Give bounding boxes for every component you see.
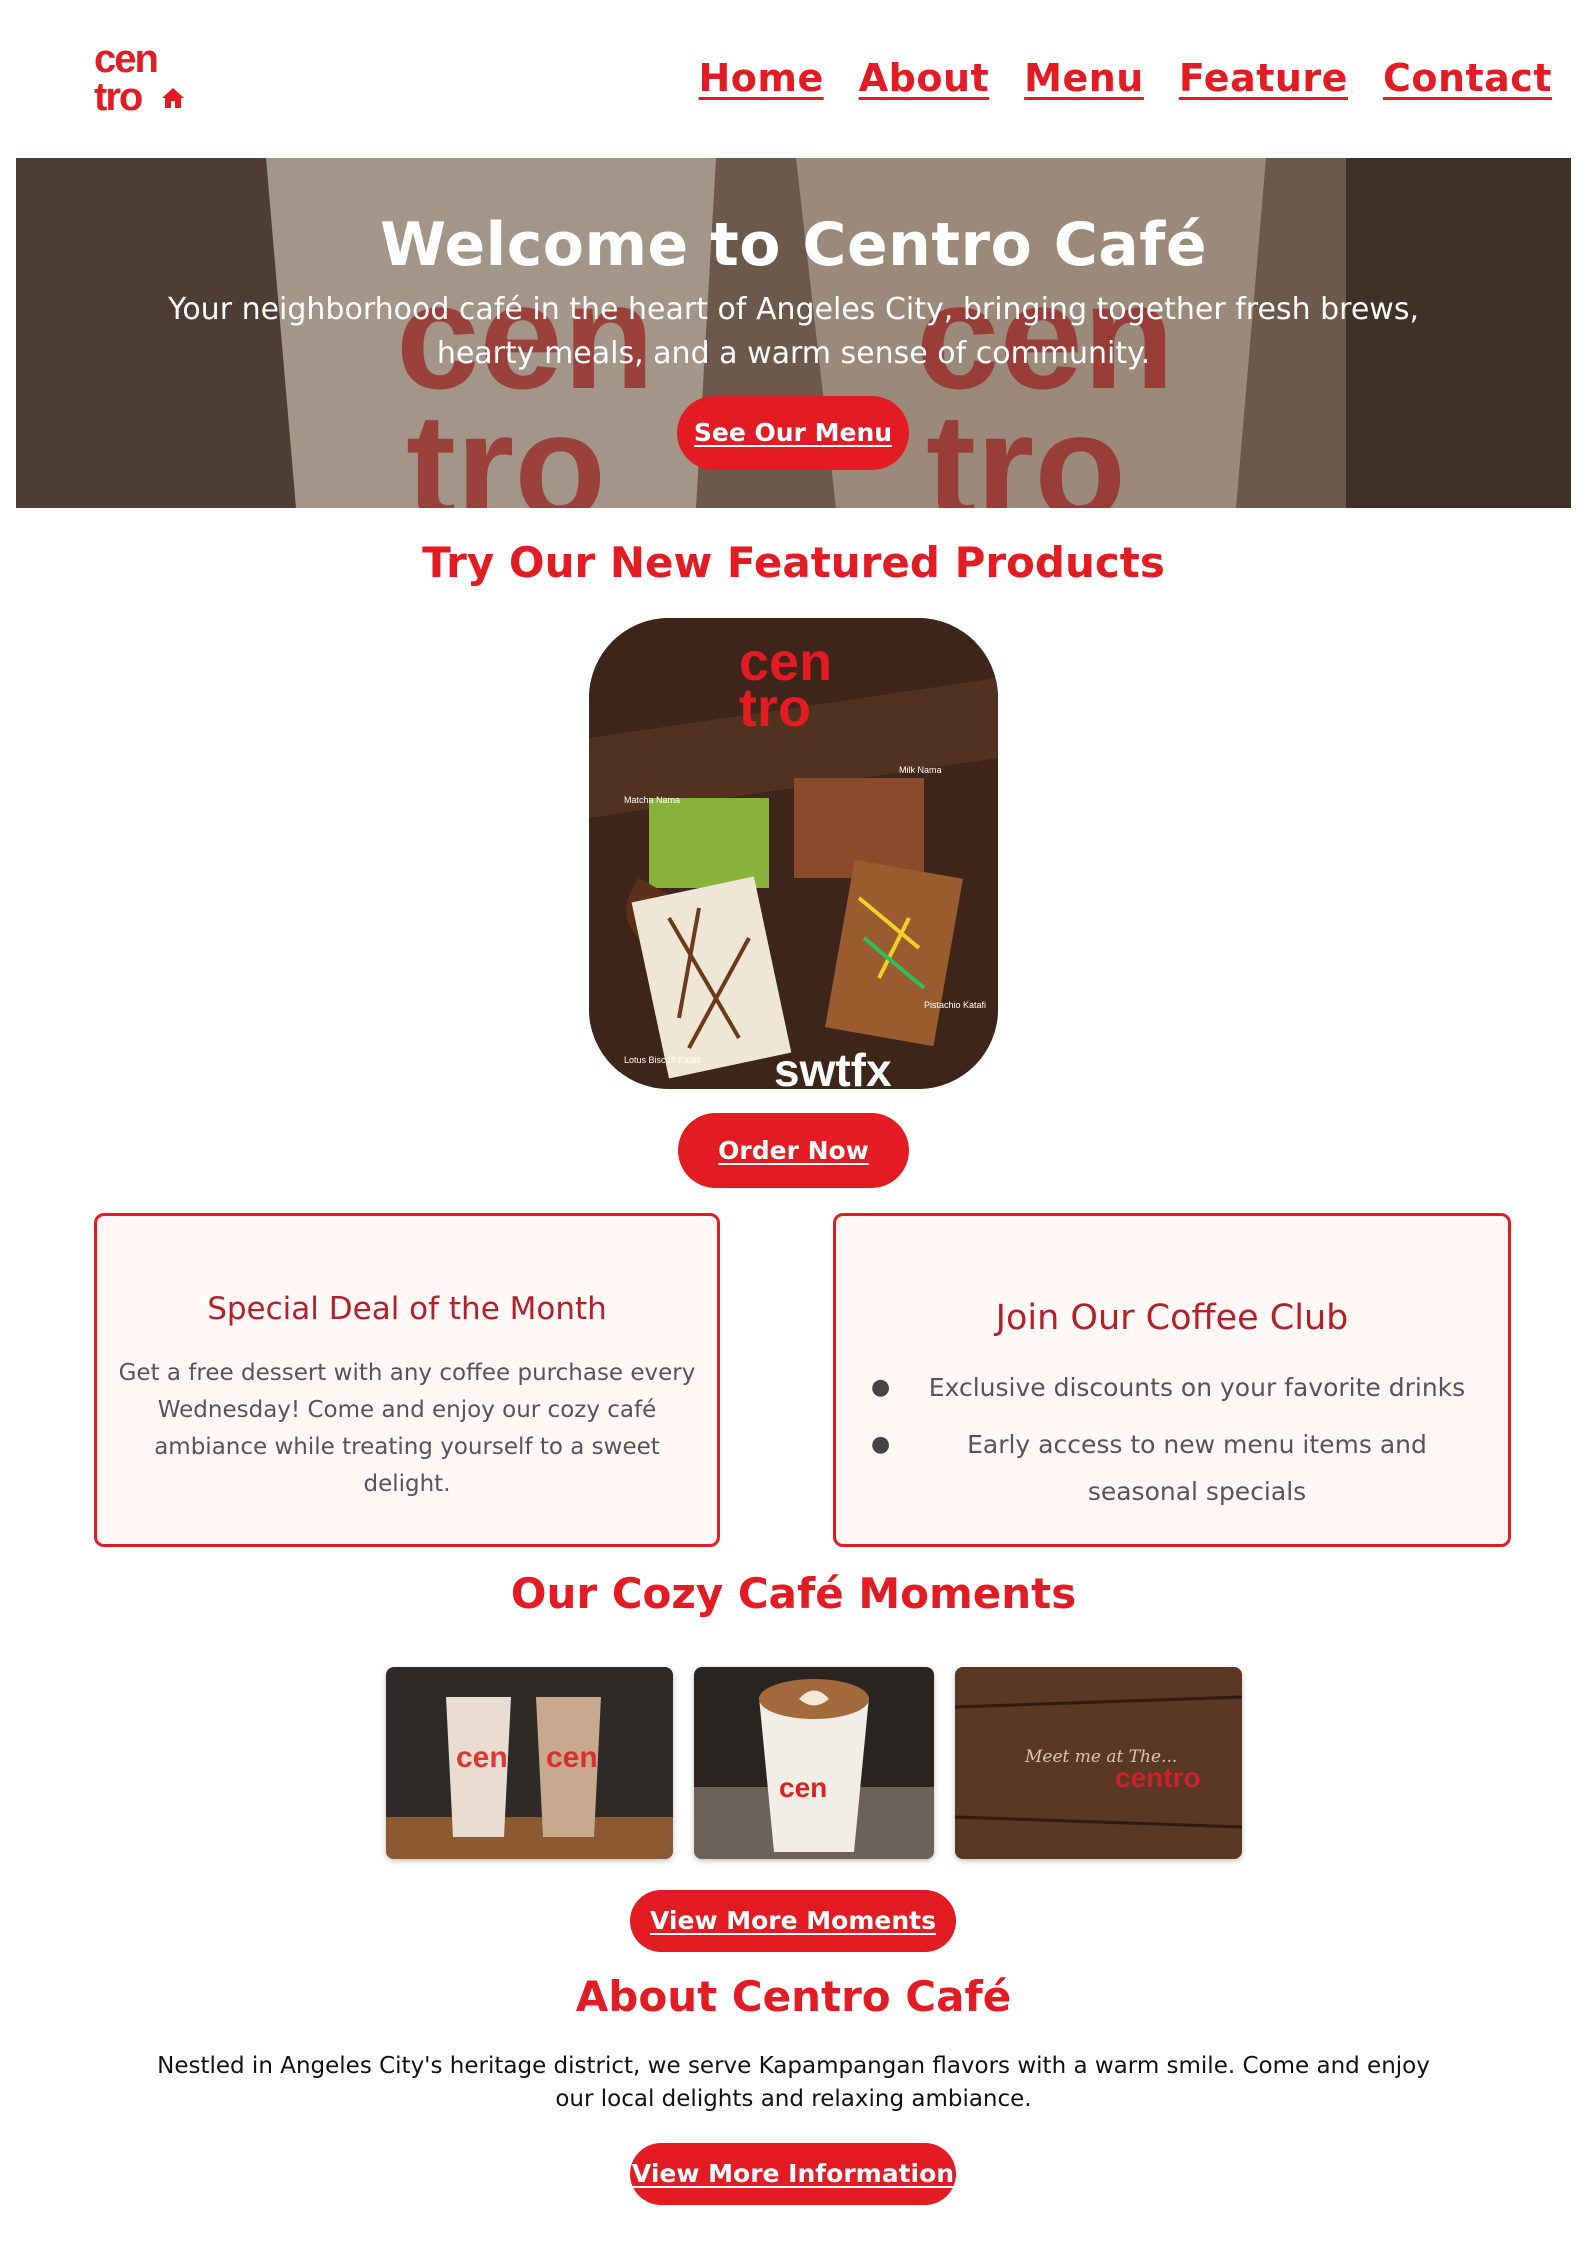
- swtfx-brand: swtfx: [774, 1044, 892, 1089]
- svg-text:cen: cen: [779, 1772, 827, 1803]
- moments-gallery: cen cen cen Meet me at The... centro: [386, 1667, 1242, 1859]
- moment-photo-iced-drinks[interactable]: cen cen: [386, 1667, 673, 1859]
- list-item: ● Early access to new menu items and seas…: [836, 1421, 1508, 1515]
- moment-photo-sign[interactable]: Meet me at The... centro: [955, 1667, 1242, 1859]
- nav-contact[interactable]: Contact: [1383, 56, 1552, 100]
- nav-about[interactable]: About: [859, 56, 989, 100]
- hero-banner: cen tro cen tro Welcome to Centro Café Y…: [16, 158, 1571, 508]
- house-icon: [162, 88, 184, 108]
- club-benefit-text: Early access to new menu items and seaso…: [967, 1430, 1427, 1506]
- nav-menu[interactable]: Menu: [1024, 56, 1144, 100]
- label-milk: Milk Nama: [899, 765, 942, 775]
- hero-subtitle: Your neighborhood café in the heart of A…: [167, 292, 1419, 371]
- featured-product-image[interactable]: cen tro Matcha Nama Milk Nama Pistachio …: [589, 618, 998, 1089]
- svg-text:cen: cen: [456, 1741, 508, 1774]
- svg-text:cen: cen: [546, 1741, 598, 1774]
- product-logo-bottom: tro: [739, 678, 811, 738]
- about-title: About Centro Café: [575, 1972, 1012, 2021]
- sign-brand-text: centro: [1115, 1762, 1201, 1793]
- hero-title: Welcome to Centro Café: [379, 210, 1208, 280]
- bullet-icon: ●: [871, 1432, 891, 1457]
- coffee-club-list: ● Exclusive discounts on your favorite dr…: [836, 1364, 1508, 1525]
- label-pistachio: Pistachio Katafi: [924, 1000, 986, 1010]
- coffee-club-title: Join Our Coffee Club: [995, 1298, 1349, 1338]
- special-deal-text: Get a free dessert with any coffee purch…: [118, 1360, 696, 1497]
- featured-title: Try Our New Featured Products: [422, 538, 1165, 587]
- view-more-information-button[interactable]: View More Information: [630, 2143, 956, 2205]
- about-text: Nestled in Angeles City's heritage distr…: [157, 2053, 1430, 2112]
- club-benefit-text: Exclusive discounts on your favorite dri…: [928, 1373, 1466, 1402]
- centro-logo[interactable]: cen tro: [92, 38, 188, 116]
- nav-feature[interactable]: Feature: [1179, 56, 1348, 100]
- coffee-club-card: Join Our Coffee Club ● Exclusive discount…: [833, 1213, 1511, 1547]
- moments-title: Our Cozy Café Moments: [510, 1569, 1077, 1618]
- bullet-icon: ●: [871, 1375, 891, 1400]
- moment-photo-latte[interactable]: cen: [694, 1667, 934, 1859]
- logo-text-bottom: tro: [94, 75, 142, 116]
- order-now-button[interactable]: Order Now: [678, 1113, 909, 1188]
- label-matcha: Matcha Nama: [624, 795, 680, 805]
- see-menu-button[interactable]: See Our Menu: [677, 396, 909, 470]
- nav-home[interactable]: Home: [698, 56, 823, 100]
- special-deal-title: Special Deal of the Month: [207, 1291, 607, 1327]
- list-item: ● Exclusive discounts on your favorite dr…: [836, 1364, 1508, 1411]
- view-more-moments-button[interactable]: View More Moments: [630, 1890, 956, 1952]
- main-nav: Home About Menu Feature Contact: [698, 56, 1552, 100]
- special-deal-card: Special Deal of the Month Get a free des…: [94, 1213, 720, 1547]
- label-lotus: Lotus Biscoff Katafi: [624, 1055, 701, 1065]
